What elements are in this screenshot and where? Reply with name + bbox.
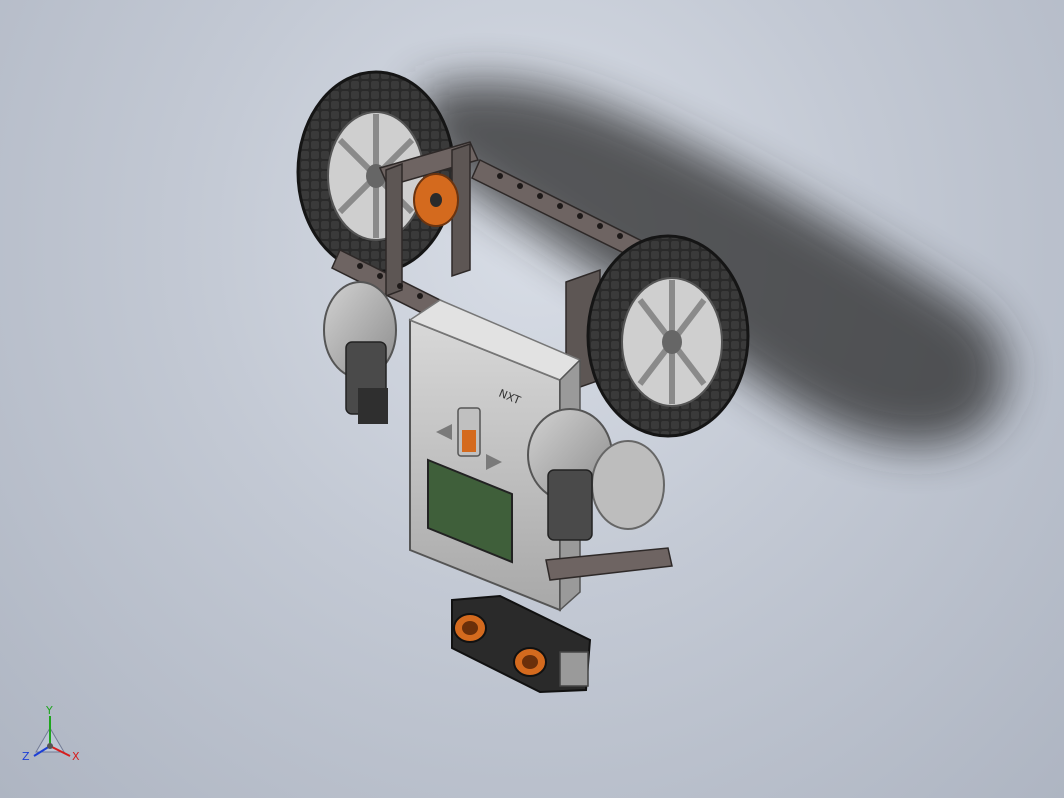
motor-left[interactable] [323,281,397,424]
model-scene[interactable]: NXT [0,0,1064,798]
ultrasonic-sensor[interactable] [451,594,592,694]
wheel-front-right[interactable] [586,234,750,438]
coordinate-triad-icon: Y X Z [22,704,80,763]
graphics-viewport[interactable]: NXT Y X Z [0,0,1064,798]
triad-x-label: X [72,750,80,763]
triad-y-label: Y [45,704,53,717]
orange-gear [413,173,459,227]
triad-z-label: Z [22,750,30,763]
